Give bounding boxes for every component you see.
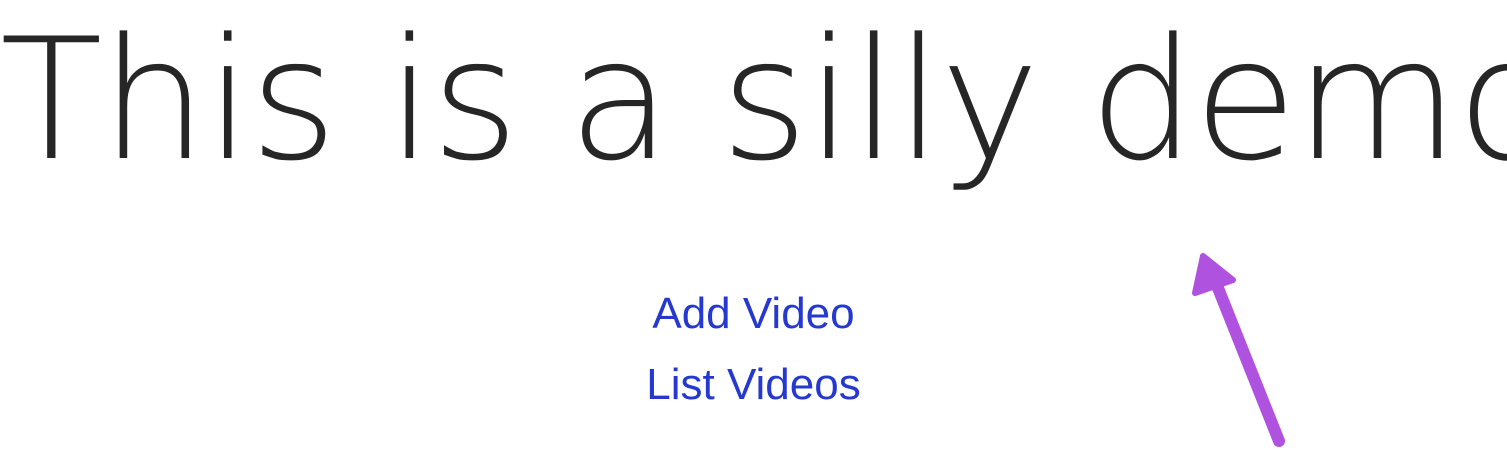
list-videos-label: List Videos: [646, 360, 861, 409]
list-videos-link[interactable]: List Videos: [0, 349, 1507, 420]
page: This is a silly demo Add Video List Vide…: [0, 0, 1507, 459]
link-list: Add Video List Videos: [0, 278, 1507, 420]
add-video-link[interactable]: Add Video: [0, 278, 1507, 349]
page-title: This is a silly demo: [0, 2, 1507, 198]
add-video-label: Add Video: [652, 289, 855, 338]
